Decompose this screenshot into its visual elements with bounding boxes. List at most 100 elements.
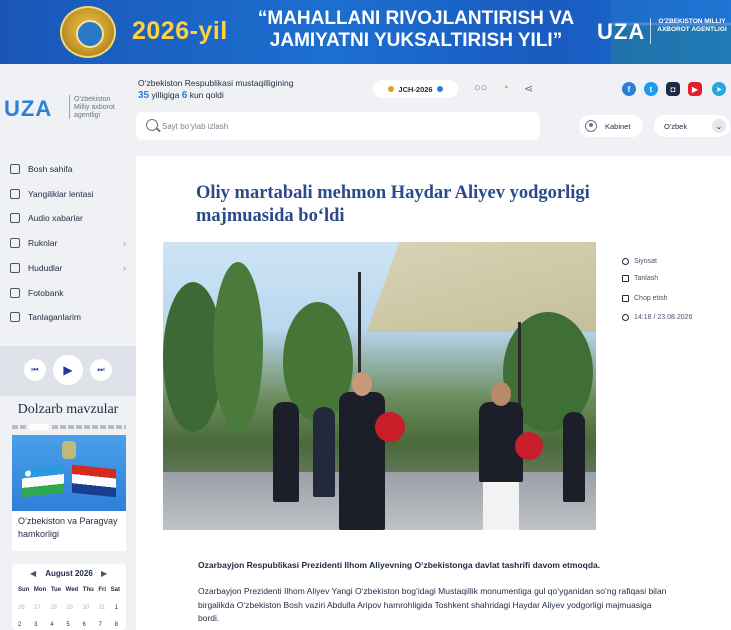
youtube-icon[interactable]: ▶ xyxy=(688,82,702,96)
photo-icon xyxy=(10,288,20,298)
share-icon[interactable]: ⋖ xyxy=(524,82,533,95)
bookmark-icon xyxy=(10,312,20,322)
calendar-day[interactable]: 2 xyxy=(18,622,21,628)
bookmark-icon xyxy=(622,275,629,282)
chevron-right-icon: › xyxy=(123,238,126,248)
state-emblem-icon xyxy=(60,6,116,58)
sidebar-item-label: Yangiliklar lentasi xyxy=(28,189,94,199)
sidebar-item-label: Audio xabarlar xyxy=(28,213,83,223)
language-select[interactable]: O'zbek ⌄ xyxy=(654,115,730,137)
banner-agency: O'ZBEKISTON MILLIY AXBOROT AGENTLIGI xyxy=(657,18,727,33)
article-datetime: 14:18 / 23.08.2026 xyxy=(622,314,692,321)
flower-bouquet xyxy=(375,412,405,442)
search-input[interactable] xyxy=(162,119,532,133)
twitter-icon[interactable]: t xyxy=(644,82,658,96)
sidebar-item-rubrics[interactable]: Ruknlar › xyxy=(10,235,130,251)
sidebar-item-bookmarks[interactable]: Tanlaganlarim xyxy=(10,309,130,325)
calendar-month: August 2026 xyxy=(45,569,93,578)
emblem-icon xyxy=(62,441,76,459)
next-track-button[interactable]: ⏭ xyxy=(90,359,112,381)
top-banner[interactable]: 2026-yil “MAHALLANI RIVOJLANTIRISH VA JA… xyxy=(0,0,731,64)
sidebar-item-label: Fotobank xyxy=(28,288,64,298)
cabinet-button[interactable]: Kabinet xyxy=(579,115,643,137)
head xyxy=(352,372,372,396)
banner-divider xyxy=(650,18,651,44)
calendar-day[interactable]: 3 xyxy=(34,622,37,628)
paraguay-flag-icon xyxy=(72,464,116,498)
banner-brand: UZA xyxy=(597,19,646,44)
sidebar-item-news-feed[interactable]: Yangiliklar lentasi xyxy=(10,186,130,202)
telegram-icon[interactable]: ➤ xyxy=(712,82,726,96)
sidebar-item-label: Tanlaganlarim xyxy=(28,312,81,322)
weekday: Thu xyxy=(82,587,94,593)
print-button[interactable]: Chop etish xyxy=(622,295,667,302)
instagram-icon[interactable]: ◘ xyxy=(666,82,680,96)
sidebar-item-home[interactable]: Bosh sahifa xyxy=(10,161,130,177)
uzbekistan-flag-icon xyxy=(22,464,64,498)
save-article-button[interactable]: Tanlash xyxy=(622,275,658,282)
search-icon xyxy=(146,119,158,131)
topic-card-image[interactable] xyxy=(12,435,126,511)
list-icon xyxy=(10,238,20,248)
printer-icon xyxy=(622,295,629,302)
person xyxy=(313,407,335,497)
banner-title: “MAHALLANI RIVOJLANTIRISH VA JAMIYATNI Y… xyxy=(257,8,575,51)
calendar-day[interactable]: 1 xyxy=(115,605,118,611)
calendar-day[interactable]: 7 xyxy=(99,622,102,628)
calendar-week: 2 3 4 5 6 7 8 xyxy=(18,622,118,628)
article-category[interactable]: Siyosat xyxy=(622,258,657,265)
tree xyxy=(213,262,263,432)
countdown-years: 35 xyxy=(138,90,150,101)
jch-badge-button[interactable]: JCH-2026 xyxy=(373,80,458,98)
weekday: Sat xyxy=(110,587,120,593)
banner-year: 2026-yil xyxy=(132,17,228,45)
previous-track-button[interactable]: ⏮ xyxy=(24,359,46,381)
countdown-days: 6 xyxy=(181,90,188,101)
user-icon xyxy=(585,120,597,132)
datetime-label: 14:18 / 23.08.2026 xyxy=(634,314,693,321)
weekday: Fri xyxy=(98,587,107,593)
rss-icon[interactable]: ◔ xyxy=(502,82,509,94)
weekday: Sun xyxy=(18,587,30,593)
sidebar-item-photobank[interactable]: Fotobank xyxy=(10,285,130,301)
head xyxy=(491,382,511,406)
sidebar-item-label: Ruknlar xyxy=(28,238,58,248)
play-button[interactable]: ▶ xyxy=(53,355,83,385)
category-label: Siyosat xyxy=(634,258,657,265)
calendar-day[interactable]: 5 xyxy=(66,622,69,628)
clock-icon xyxy=(622,314,629,321)
white-trousers xyxy=(483,482,519,530)
calendar-day[interactable]: 8 xyxy=(115,622,118,628)
sidebar-item-audio[interactable]: Audio xabarlar xyxy=(10,210,130,226)
carousel-indicator[interactable] xyxy=(12,424,126,430)
audio-icon xyxy=(10,213,20,223)
article-photo[interactable] xyxy=(163,242,596,530)
calendar-day[interactable]: 29 xyxy=(66,605,73,611)
calendar-day[interactable]: 30 xyxy=(82,605,89,611)
site-logo[interactable]: UZA xyxy=(4,96,52,122)
countdown-mid: yilligiga xyxy=(151,90,180,100)
calendar-day[interactable]: 4 xyxy=(50,622,53,628)
jch-badge-label: JCH-2026 xyxy=(398,84,433,94)
weekday: Tue xyxy=(50,587,62,593)
logo-divider xyxy=(69,95,70,119)
article-body: Ozarbayjon Prezidenti Ilhom Aliyev Yangi… xyxy=(198,586,667,623)
facebook-icon[interactable]: f xyxy=(622,82,636,96)
calendar-day[interactable]: 26 xyxy=(18,605,25,611)
weekday: Mon xyxy=(33,587,47,593)
sidebar-item-regions[interactable]: Hududlar › xyxy=(10,260,130,276)
calendar-day[interactable]: 6 xyxy=(82,622,85,628)
flower-bouquet xyxy=(515,432,543,460)
medal-icon xyxy=(388,86,395,92)
glasses-icon[interactable]: ○○ xyxy=(474,82,487,94)
print-label: Chop etish xyxy=(634,295,668,302)
calendar-day[interactable]: 27 xyxy=(34,605,41,611)
chevron-down-icon: ⌄ xyxy=(712,119,726,133)
save-label: Tanlash xyxy=(634,275,659,282)
calendar-day[interactable]: 31 xyxy=(99,605,106,611)
chevron-right-icon: › xyxy=(123,263,126,273)
topic-card-caption[interactable]: O‘zbekiston va Paragvay hamkorligi xyxy=(12,511,126,551)
calendar-day[interactable]: 28 xyxy=(50,605,57,611)
calendar-next-button[interactable]: ▶ xyxy=(101,569,107,578)
topics-title: Dolzarb mavzular xyxy=(17,402,119,417)
